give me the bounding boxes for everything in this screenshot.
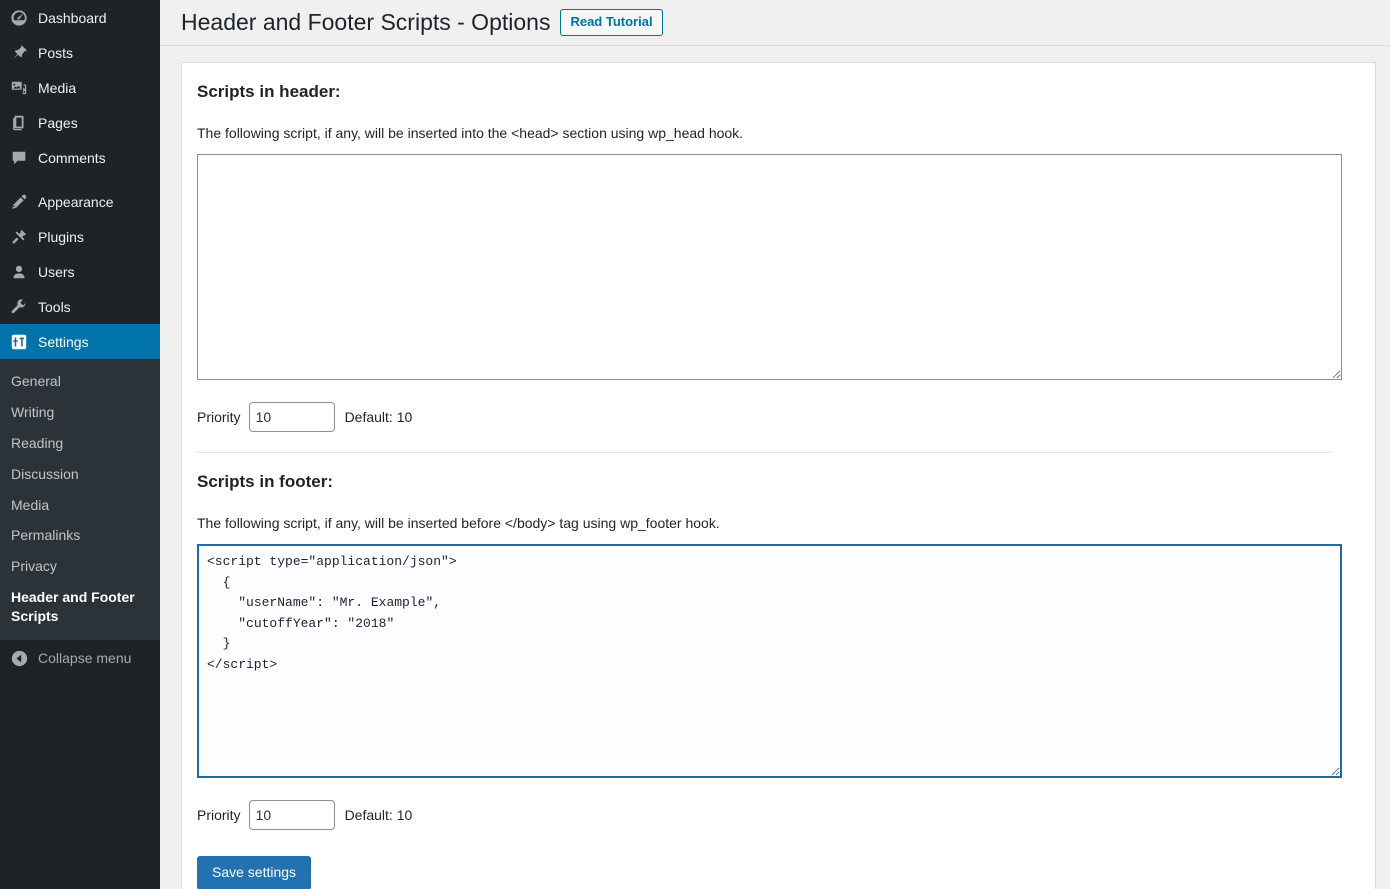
footer-section-title: Scripts in footer: bbox=[197, 472, 334, 492]
wordpress-admin-page: Dashboard Posts Media Pages Comments Appearan… bbox=[0, 0, 1390, 889]
sidebar-item-dashboard[interactable]: Dashboard bbox=[0, 0, 160, 35]
sidebar-item-label: Media bbox=[38, 79, 77, 96]
settings-submenu: General Writing Reading Discussion Media Perm… bbox=[0, 359, 160, 641]
header-priority-input[interactable] bbox=[248, 402, 335, 433]
comments-icon bbox=[9, 148, 29, 168]
settings-card: Scripts in header: The following script,… bbox=[181, 62, 1376, 889]
page-header: Header and Footer Scripts - Options Read… bbox=[160, 0, 1390, 46]
footer-scripts-section: Scripts in footer: The following script,… bbox=[197, 471, 1355, 831]
header-scripts-section: Scripts in header: The following script,… bbox=[197, 81, 1355, 433]
user-icon bbox=[9, 262, 29, 282]
sidebar-item-label: Plugins bbox=[38, 228, 84, 245]
submenu-item-header-and-footer-scripts[interactable]: Header and Footer Scripts bbox=[0, 582, 160, 632]
plugin-icon bbox=[9, 227, 29, 247]
sidebar-item-label: Users bbox=[38, 263, 75, 280]
admin-menu-list: Dashboard Posts Media Pages Comments Appearan… bbox=[0, 0, 168, 359]
header-priority-default: Default: 10 bbox=[344, 409, 413, 426]
read-tutorial-button[interactable]: Read Tutorial bbox=[560, 9, 663, 36]
submenu-item-discussion[interactable]: Discussion bbox=[0, 459, 160, 490]
sidebar-item-comments[interactable]: Comments bbox=[0, 140, 160, 175]
sidebar-item-label: Tools bbox=[38, 298, 71, 315]
settings-icon bbox=[9, 332, 29, 352]
submenu-item-general[interactable]: General bbox=[0, 366, 160, 397]
header-scripts-textarea[interactable] bbox=[197, 154, 1342, 381]
pages-icon bbox=[9, 113, 29, 133]
sidebar-item-posts[interactable]: Posts bbox=[0, 35, 160, 70]
sidebar-item-label: Dashboard bbox=[38, 9, 107, 26]
footer-priority-input[interactable] bbox=[248, 800, 335, 831]
submenu-item-privacy[interactable]: Privacy bbox=[0, 551, 160, 582]
sidebar-item-appearance[interactable]: Appearance bbox=[0, 184, 160, 219]
sidebar-item-label: Comments bbox=[38, 149, 106, 166]
save-settings-button[interactable]: Save settings bbox=[197, 856, 312, 889]
footer-section-description: The following script, if any, will be in… bbox=[197, 515, 720, 532]
menu-separator bbox=[0, 175, 160, 184]
page-title: Header and Footer Scripts - Options bbox=[181, 8, 551, 35]
section-divider bbox=[197, 452, 1331, 454]
sidebar-item-plugins[interactable]: Plugins bbox=[0, 219, 160, 254]
footer-priority-default: Default: 10 bbox=[344, 807, 413, 824]
wrench-icon bbox=[9, 297, 29, 317]
sidebar-item-label: Appearance bbox=[38, 193, 114, 210]
main-content: Header and Footer Scripts - Options Read… bbox=[160, 0, 1390, 889]
submenu-item-reading[interactable]: Reading bbox=[0, 428, 160, 459]
sidebar-item-media[interactable]: Media bbox=[0, 70, 160, 105]
sidebar-item-pages[interactable]: Pages bbox=[0, 105, 160, 140]
sidebar-item-label: Pages bbox=[38, 114, 78, 131]
sidebar-item-label: Settings bbox=[38, 333, 89, 350]
media-icon bbox=[9, 78, 29, 98]
sidebar-item-settings[interactable]: Settings bbox=[0, 324, 168, 359]
sidebar-item-users[interactable]: Users bbox=[0, 254, 160, 289]
footer-scripts-textarea[interactable] bbox=[197, 544, 1342, 779]
collapse-menu-label: Collapse menu bbox=[38, 650, 132, 667]
footer-priority-label: Priority bbox=[197, 807, 241, 824]
header-priority-row: Priority Default: 10 bbox=[197, 402, 1355, 433]
collapse-arrow-icon bbox=[9, 648, 29, 668]
header-section-description: The following script, if any, will be in… bbox=[197, 125, 744, 142]
admin-sidebar: Dashboard Posts Media Pages Comments Appearan… bbox=[0, 0, 168, 889]
submenu-item-media[interactable]: Media bbox=[0, 490, 160, 521]
pin-icon bbox=[9, 43, 29, 63]
sidebar-item-tools[interactable]: Tools bbox=[0, 289, 160, 324]
submenu-item-writing[interactable]: Writing bbox=[0, 397, 160, 428]
submenu-item-permalinks[interactable]: Permalinks bbox=[0, 520, 160, 551]
collapse-menu-button[interactable]: Collapse menu bbox=[0, 640, 160, 676]
header-priority-label: Priority bbox=[197, 409, 241, 426]
dashboard-icon bbox=[9, 8, 29, 28]
sidebar-item-label: Posts bbox=[38, 44, 74, 61]
footer-priority-row: Priority Default: 10 bbox=[197, 800, 1355, 831]
paintbrush-icon bbox=[9, 192, 29, 212]
header-section-title: Scripts in header: bbox=[197, 82, 341, 101]
